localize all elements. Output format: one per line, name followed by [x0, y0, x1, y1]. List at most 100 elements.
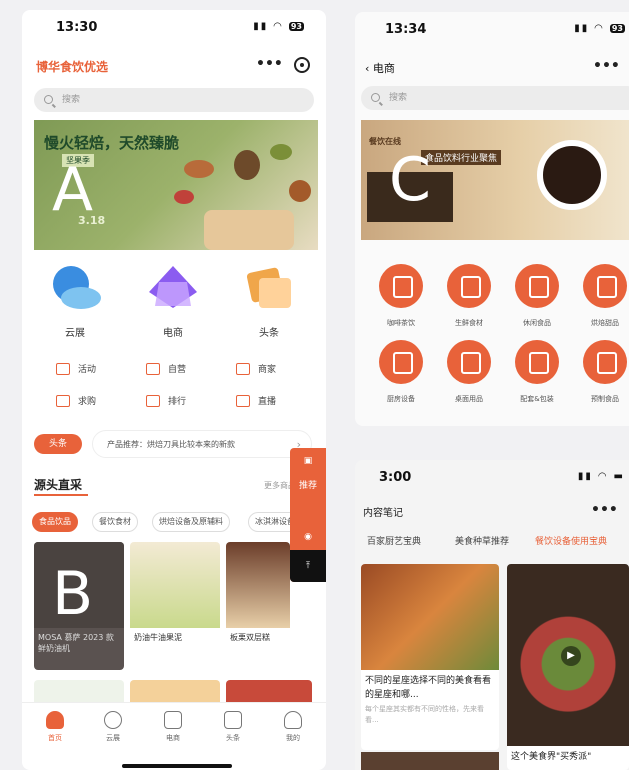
category-coffee-tea[interactable]	[379, 264, 423, 308]
document-icon	[224, 711, 242, 729]
quick-link-ranking[interactable]: 排行	[146, 394, 186, 407]
category-label: 桌面用品	[455, 395, 483, 403]
tab-label: 头条	[226, 734, 240, 742]
product-card[interactable]: 奶油牛油果泥	[130, 542, 220, 670]
tab-food-recommend[interactable]: 美食种草推荐	[455, 534, 509, 547]
nut-image	[289, 180, 311, 202]
promo-banner[interactable]: 餐饮在线 食品饮料行业聚焦 C	[361, 120, 629, 240]
category-bakery-dessert[interactable]	[583, 264, 627, 308]
category-label: 生鲜食材	[455, 319, 483, 327]
cart-icon[interactable]: ▣	[290, 448, 326, 474]
floating-panel: ▣ 推荐 ◉ ⤒	[290, 448, 326, 582]
more-dots-icon[interactable]: •••	[591, 502, 618, 518]
nav-title: 电商	[372, 62, 395, 75]
quick-link-live[interactable]: 直播	[236, 394, 276, 407]
category-snacks[interactable]	[515, 264, 559, 308]
back-to-top-icon[interactable]: ⤒	[290, 550, 326, 582]
note-card[interactable]: 不同的星座选择不同的美食看看的星座和哪... 每个星座其实都有不同的性格，先来看…	[361, 564, 499, 750]
tab-cloud-expo[interactable]: 云展	[88, 711, 138, 743]
tab-cooking-guide[interactable]: 百家厨艺宝典	[367, 534, 421, 547]
ecommerce-bag-icon	[149, 266, 197, 308]
category-headline[interactable]: 头条	[234, 262, 304, 339]
nav-bar: ‹ 电商 •••	[355, 56, 629, 80]
marker-letter-b: B	[52, 559, 94, 629]
category-label: 预制食品	[591, 395, 619, 403]
close-target-icon[interactable]	[294, 57, 310, 73]
category-label: 厨房设备	[387, 395, 415, 403]
more-dots-icon[interactable]: •••	[593, 58, 620, 74]
marker-letter-c: C	[389, 145, 431, 215]
tab-ecommerce[interactable]: 电商	[148, 711, 198, 743]
chip-bakery-equipment[interactable]: 烘焙设备及原辅料	[152, 512, 230, 532]
tab-profile[interactable]: 我的	[268, 711, 318, 743]
pin-icon[interactable]: ◉	[290, 524, 326, 550]
promo-banner[interactable]: 慢火轻焙，天然臻脆 坚果季 3.18 A	[34, 120, 318, 250]
quick-link-label: 活动	[78, 365, 97, 375]
status-icons: ▮▮ ◠ 93	[574, 23, 625, 34]
headline-news-icon	[246, 267, 291, 308]
news-box: 产品推荐：烘焙刀具比较本来的新款 ›	[92, 430, 312, 458]
note-image: ▶	[507, 564, 629, 746]
more-dots-icon[interactable]: •••	[256, 56, 283, 72]
status-time: 13:34	[385, 22, 427, 37]
search-input[interactable]: 搜索	[34, 88, 314, 112]
collage: 13:30 ▮▮ ◠ 93 博华食饮优选 ••• 搜索 慢火轻焙，天然臻脆 坚果…	[0, 0, 629, 770]
note-card[interactable]: ▶ 这个美食界"买秀派"	[507, 564, 629, 770]
category-ecommerce[interactable]: 电商	[138, 262, 208, 339]
filter-chips: 食品饮品 餐饮食材 烘焙设备及原辅料 冰淇淋设备	[32, 512, 326, 532]
search-icon	[44, 95, 53, 104]
category-row: 云展 电商 头条	[22, 262, 326, 340]
tab-home[interactable]: 首页	[30, 711, 80, 743]
news-ticker[interactable]: 头条 产品推荐：烘焙刀具比较本来的新款 ›	[34, 430, 312, 458]
nut-image	[184, 160, 214, 178]
category-cloud-expo[interactable]: 云展	[40, 262, 110, 339]
quick-link-purchase[interactable]: 求购	[56, 394, 96, 407]
cloud-expo-icon	[53, 266, 101, 309]
product-card[interactable]: B MOSA 慕萨 2023 款鲜奶油机	[34, 542, 124, 670]
note-title: 不同的星座选择不同的美食看看的星座和哪...	[365, 676, 492, 700]
coffee-cup-image	[537, 140, 607, 210]
note-title: 这个美食界"买秀派"	[511, 752, 592, 762]
tab-bar: 首页 云展 电商 头条 我的	[22, 702, 326, 758]
live-icon	[236, 394, 250, 407]
category-kitchen-equipment[interactable]	[379, 340, 423, 384]
news-tag: 头条	[34, 434, 82, 454]
status-bar: 3:00 ▮▮ ◠ ▬	[355, 470, 629, 490]
banner-headline: 慢火轻焙，天然臻脆	[44, 134, 180, 152]
chip-food-drink[interactable]: 食品饮品	[32, 512, 78, 532]
back-button[interactable]: ‹ 电商	[365, 60, 395, 76]
product-image	[226, 542, 290, 628]
status-bar: 13:34 ▮▮ ◠ 93	[355, 22, 629, 42]
tab-headline[interactable]: 头条	[208, 711, 258, 743]
search-placeholder: 搜索	[62, 95, 81, 105]
battery-icon: 93	[609, 24, 625, 33]
product-image	[130, 542, 220, 628]
tab-label: 我的	[286, 734, 300, 742]
category-label: 咖啡茶饮	[387, 319, 415, 327]
quick-link-label: 排行	[168, 397, 187, 407]
chip-catering[interactable]: 餐饮食材	[92, 512, 138, 532]
nav-bar: 博华食饮优选 •••	[22, 54, 326, 78]
tab-equipment-guide[interactable]: 餐饮设备使用宝典	[535, 534, 607, 547]
quick-link-merchant[interactable]: 商家	[236, 362, 276, 375]
category-label: 烘焙甜品	[591, 319, 619, 327]
note-card-next[interactable]	[361, 752, 499, 770]
category-label: 休闲食品	[523, 319, 551, 327]
product-name: MOSA 慕萨 2023 款鲜奶油机	[38, 633, 114, 653]
quick-link-label: 求购	[78, 397, 97, 407]
marker-letter-a: A	[52, 155, 94, 225]
category-label: 云展	[65, 328, 85, 339]
product-card[interactable]: 板栗双层糕	[226, 542, 290, 670]
float-recommend[interactable]: 推荐	[290, 474, 326, 524]
category-prepared-food[interactable]	[583, 340, 627, 384]
search-input[interactable]: 搜索	[361, 86, 629, 110]
product-name: 板栗双层糕	[230, 633, 270, 642]
category-fresh-food[interactable]	[447, 264, 491, 308]
category-tableware[interactable]	[447, 340, 491, 384]
home-indicator	[122, 764, 232, 768]
play-icon[interactable]: ▶	[561, 646, 581, 666]
list-icon	[56, 394, 70, 407]
quick-link-self-run[interactable]: 自营	[146, 362, 186, 375]
quick-link-activity[interactable]: 活动	[56, 362, 96, 375]
category-packaging[interactable]	[515, 340, 559, 384]
